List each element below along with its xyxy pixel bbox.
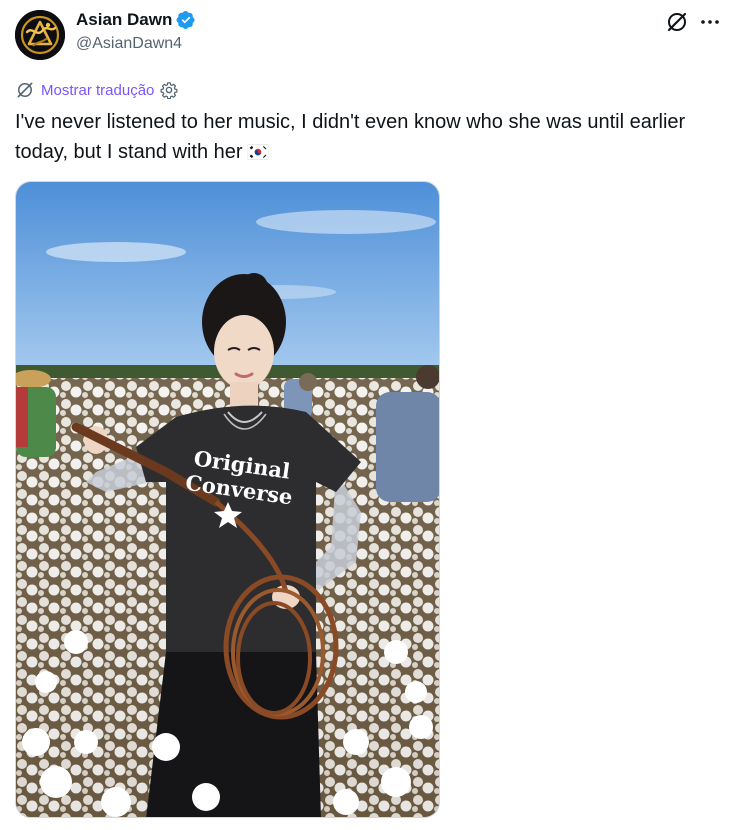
golden-dragon-logo-icon [15,10,65,60]
show-translation-link[interactable]: Mostrar tradução [41,82,154,99]
verified-badge-icon [176,10,196,30]
display-name[interactable]: Asian Dawn [76,10,172,30]
author-handle[interactable]: @AsianDawn4 [76,35,182,53]
avatar[interactable] [15,10,65,60]
grok-icon[interactable] [665,10,689,34]
author-name-row: Asian Dawn [76,9,196,31]
tweet-body: I've never listened to her music, I didn… [15,111,686,163]
tweet-text: I've never listened to her music, I didn… [15,107,715,167]
grok-translate-icon [15,80,35,100]
photo-illustration: Original Converse [16,182,439,817]
more-horizontal-icon[interactable] [698,10,722,34]
gear-icon[interactable] [160,81,178,100]
tweet-photo[interactable]: Original Converse [15,181,440,818]
tweet-card: Asian Dawn @AsianDawn4 Mostrar tradução … [0,0,740,830]
translation-row: Mostrar tradução [15,79,178,101]
south-korea-flag-icon [246,139,269,160]
